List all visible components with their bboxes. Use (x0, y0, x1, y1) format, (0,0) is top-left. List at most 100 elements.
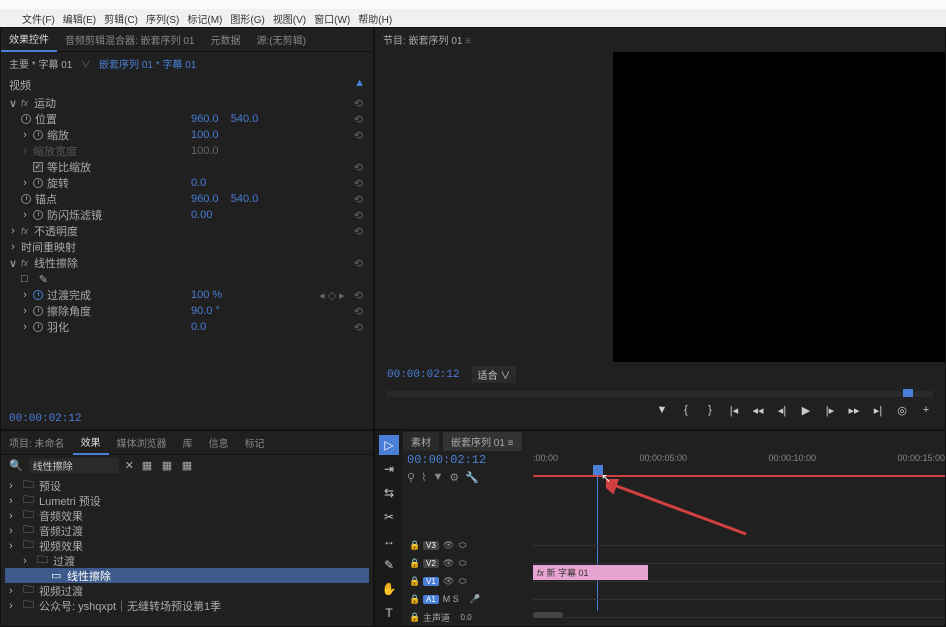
filter-icon[interactable]: ▦ (140, 459, 154, 473)
lock-icon[interactable]: 🔒 (409, 576, 419, 587)
tab-effects[interactable]: 效果 (73, 430, 109, 455)
track-a1[interactable] (533, 599, 945, 600)
disclosure-triangle-icon[interactable]: › (9, 510, 19, 522)
frame-fwd-button[interactable]: |▸ (823, 403, 837, 417)
eye-icon[interactable]: 👁 (443, 540, 455, 551)
uniform-checkbox[interactable]: ✓ (33, 162, 43, 172)
output-icon[interactable]: ⬭ (459, 540, 467, 551)
rotation-value[interactable]: 0.0 (191, 177, 365, 189)
folder-item[interactable]: ›🗀视频效果 (5, 538, 369, 553)
mute-solo[interactable]: M S (443, 594, 459, 604)
tab-project[interactable]: 项目: 未命名 (1, 431, 73, 454)
folder-item[interactable]: ›🗀音频效果 (5, 508, 369, 523)
filter-icon[interactable]: ▦ (160, 459, 174, 473)
anchor-value[interactable]: 960.0 540.0 (191, 193, 365, 205)
track-select-tool[interactable]: ⇥ (379, 459, 399, 479)
timeline-timecode[interactable]: 00:00:02:12 (403, 451, 533, 469)
stopwatch-icon[interactable] (33, 130, 43, 140)
antiflicker-value[interactable]: 0.00 (191, 209, 365, 221)
timeline-ruler[interactable]: :00:00 00:00:05:00 00:00:10:00 00:00:15:… (533, 451, 945, 481)
tab-media-browser[interactable]: 媒体浏览器 (109, 431, 175, 454)
disclosure-triangle-icon[interactable]: › (9, 495, 19, 507)
track-label-a1[interactable]: A1 (423, 595, 439, 604)
frame-back-button[interactable]: ◂| (775, 403, 789, 417)
folder-item[interactable]: ›🗀视频过渡 (5, 583, 369, 598)
reset-icon[interactable]: ⟲ (354, 97, 363, 110)
link-icon[interactable]: ⌇ (421, 471, 426, 484)
stopwatch-icon[interactable] (33, 306, 43, 316)
menu-graphics[interactable]: 图形(G) (228, 11, 266, 26)
output-icon[interactable]: ⬭ (459, 558, 467, 569)
fit-dropdown[interactable]: 适合 ∨ (472, 366, 517, 383)
out-point-button[interactable]: } (703, 403, 717, 417)
scale-value[interactable]: 100.0 (191, 129, 365, 141)
tab-markers[interactable]: 标记 (237, 431, 273, 454)
disclosure-triangle-icon[interactable]: › (23, 555, 33, 567)
export-frame-button[interactable]: ◎ (895, 403, 909, 417)
timeremap-group[interactable]: 时间重映射 (21, 239, 76, 255)
menu-window[interactable]: 窗口(W) (312, 11, 352, 26)
in-point-button[interactable]: { (679, 403, 693, 417)
disclosure-triangle-icon[interactable]: › (9, 585, 19, 597)
out-point-marker[interactable] (903, 389, 913, 397)
hand-tool[interactable]: ✋ (379, 579, 399, 599)
lock-icon[interactable]: 🔒 (409, 540, 419, 551)
play-button[interactable]: ▶ (799, 403, 813, 417)
type-tool[interactable]: T (379, 603, 399, 623)
folder-item[interactable]: ›🗀Lumetri 预设 (5, 493, 369, 508)
stopwatch-icon[interactable] (33, 322, 43, 332)
settings-icon[interactable]: ⚙ (449, 471, 459, 484)
track-label-v2[interactable]: V2 (423, 559, 439, 568)
stopwatch-icon[interactable] (33, 290, 43, 300)
lock-icon[interactable]: 🔒 (409, 558, 419, 569)
ec-timecode[interactable]: 00:00:02:12 (9, 413, 82, 425)
wrench-icon[interactable]: 🔧 (465, 471, 479, 484)
tab-effect-controls[interactable]: 效果控件 (1, 27, 57, 52)
stopwatch-icon[interactable] (21, 194, 31, 204)
program-scrubber[interactable] (387, 391, 933, 397)
menu-view[interactable]: 视图(V) (271, 11, 308, 26)
eye-icon[interactable]: 👁 (443, 558, 455, 569)
step-fwd-button[interactable]: ▸▸ (847, 403, 861, 417)
filter-icon[interactable]: ▦ (180, 459, 194, 473)
track-label-v1[interactable]: V1 (423, 577, 439, 586)
marker-icon[interactable]: ▼ (432, 471, 443, 484)
track-label-v3[interactable]: V3 (423, 541, 439, 550)
effect-item[interactable]: ▭线性擦除 (5, 568, 369, 583)
lock-icon[interactable]: 🔒 (409, 594, 419, 605)
mic-icon[interactable]: 🎤 (469, 594, 480, 605)
disclosure-triangle-icon[interactable]: › (9, 480, 19, 492)
razor-tool[interactable]: ✂ (379, 507, 399, 527)
opacity-group[interactable]: 不透明度 (34, 223, 78, 239)
work-area-bar[interactable] (533, 475, 945, 477)
marker-button[interactable]: ▼ (655, 403, 669, 417)
selection-tool[interactable]: ▷ (379, 435, 399, 455)
timeline-zoom-scroll[interactable] (533, 612, 935, 622)
step-back-button[interactable]: ◂◂ (751, 403, 765, 417)
clip-subtitle[interactable]: fx 新 字幕 01 (533, 565, 648, 580)
tab-library[interactable]: 库 (175, 431, 201, 454)
tab-info[interactable]: 信息 (201, 431, 237, 454)
output-icon[interactable]: ⬭ (459, 576, 467, 587)
timeline-tab-source[interactable]: 素材 (403, 432, 439, 451)
program-timecode[interactable]: 00:00:02:12 (387, 369, 460, 381)
master-track-label[interactable]: 主声道 (423, 611, 450, 624)
program-tab[interactable]: 节目: 嵌套序列 01 (383, 36, 462, 47)
tab-metadata[interactable]: 元数据 (202, 28, 248, 51)
feather-value[interactable]: 0.0 (191, 321, 365, 333)
menu-marker[interactable]: 标记(M) (185, 11, 224, 26)
folder-item[interactable]: ›🗀预设 (5, 478, 369, 493)
tab-audio-mixer[interactable]: 音频剪辑混合器: 嵌套序列 01 (57, 28, 202, 51)
menu-sequence[interactable]: 序列(S) (144, 11, 181, 26)
track-v1[interactable] (533, 581, 945, 582)
stopwatch-icon[interactable] (33, 210, 43, 220)
disclosure-triangle-icon[interactable]: › (9, 525, 19, 537)
angle-value[interactable]: 90.0 ° (191, 305, 365, 317)
settings-button[interactable]: + (919, 403, 933, 417)
disclosure-triangle-icon[interactable]: › (9, 540, 19, 552)
track-v3[interactable] (533, 545, 945, 546)
mask-box-icon[interactable]: □ (21, 273, 28, 285)
timeline-tab-nested[interactable]: 嵌套序列 01 ≡ (443, 432, 522, 451)
folder-item[interactable]: ›🗀音频过渡 (5, 523, 369, 538)
go-to-in-button[interactable]: |◂ (727, 403, 741, 417)
